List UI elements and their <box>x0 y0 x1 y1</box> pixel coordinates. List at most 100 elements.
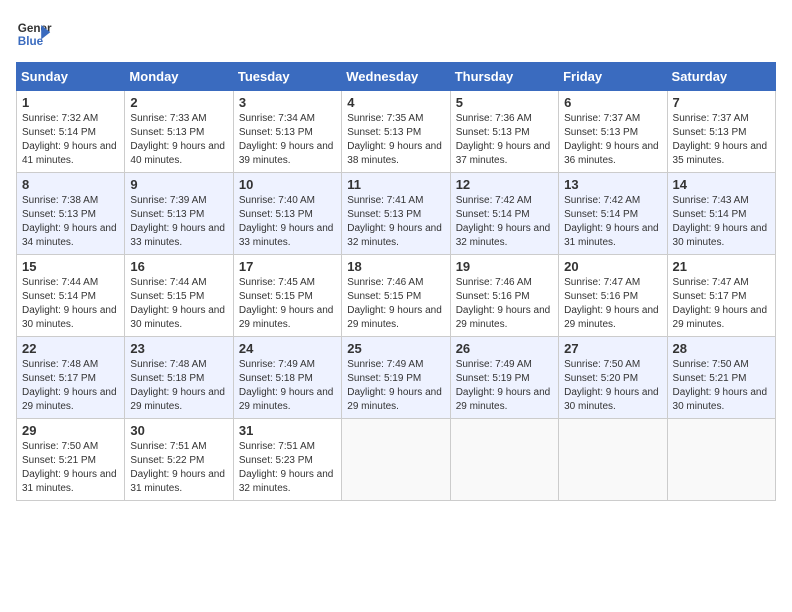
day-info: Sunrise: 7:34 AMSunset: 5:13 PMDaylight:… <box>239 112 336 168</box>
day-number: 7 <box>673 95 770 110</box>
day-number: 30 <box>130 423 227 438</box>
day-info: Sunrise: 7:48 AMSunset: 5:18 PMDaylight:… <box>130 358 227 414</box>
day-number: 8 <box>22 177 119 192</box>
day-info: Sunrise: 7:49 AMSunset: 5:18 PMDaylight:… <box>239 358 336 414</box>
day-number: 15 <box>22 259 119 274</box>
calendar-table: SundayMondayTuesdayWednesdayThursdayFrid… <box>16 62 776 501</box>
day-number: 22 <box>22 341 119 356</box>
day-number: 3 <box>239 95 336 110</box>
calendar-week-row: 29 Sunrise: 7:50 AMSunset: 5:21 PMDayligh… <box>17 419 776 501</box>
day-info: Sunrise: 7:42 AMSunset: 5:14 PMDaylight:… <box>456 194 553 250</box>
day-number: 5 <box>456 95 553 110</box>
day-info: Sunrise: 7:44 AMSunset: 5:14 PMDaylight:… <box>22 276 119 332</box>
col-header-monday: Monday <box>125 63 233 91</box>
calendar-cell: 14 Sunrise: 7:43 AMSunset: 5:14 PMDayligh… <box>667 173 775 255</box>
calendar-cell: 1 Sunrise: 7:32 AMSunset: 5:14 PMDaylight… <box>17 91 125 173</box>
calendar-cell: 28 Sunrise: 7:50 AMSunset: 5:21 PMDayligh… <box>667 337 775 419</box>
day-number: 2 <box>130 95 227 110</box>
col-header-friday: Friday <box>559 63 667 91</box>
calendar-header-row: SundayMondayTuesdayWednesdayThursdayFrid… <box>17 63 776 91</box>
calendar-cell: 4 Sunrise: 7:35 AMSunset: 5:13 PMDaylight… <box>342 91 450 173</box>
calendar-cell: 3 Sunrise: 7:34 AMSunset: 5:13 PMDaylight… <box>233 91 341 173</box>
calendar-cell: 7Sunrise: 7:37 AMSunset: 5:13 PMDaylight… <box>667 91 775 173</box>
day-number: 23 <box>130 341 227 356</box>
col-header-saturday: Saturday <box>667 63 775 91</box>
calendar-cell: 15 Sunrise: 7:44 AMSunset: 5:14 PMDayligh… <box>17 255 125 337</box>
day-number: 31 <box>239 423 336 438</box>
day-number: 14 <box>673 177 770 192</box>
day-info: Sunrise: 7:46 AMSunset: 5:15 PMDaylight:… <box>347 276 444 332</box>
day-info: Sunrise: 7:47 AMSunset: 5:17 PMDaylight:… <box>673 276 770 332</box>
calendar-cell: 5 Sunrise: 7:36 AMSunset: 5:13 PMDaylight… <box>450 91 558 173</box>
day-number: 13 <box>564 177 661 192</box>
day-number: 10 <box>239 177 336 192</box>
day-info: Sunrise: 7:48 AMSunset: 5:17 PMDaylight:… <box>22 358 119 414</box>
day-number: 6 <box>564 95 661 110</box>
day-info: Sunrise: 7:47 AMSunset: 5:16 PMDaylight:… <box>564 276 661 332</box>
day-number: 28 <box>673 341 770 356</box>
calendar-cell: 26 Sunrise: 7:49 AMSunset: 5:19 PMDayligh… <box>450 337 558 419</box>
day-info: Sunrise: 7:49 AMSunset: 5:19 PMDaylight:… <box>456 358 553 414</box>
calendar-cell: 13 Sunrise: 7:42 AMSunset: 5:14 PMDayligh… <box>559 173 667 255</box>
col-header-thursday: Thursday <box>450 63 558 91</box>
day-info: Sunrise: 7:50 AMSunset: 5:21 PMDaylight:… <box>22 440 119 496</box>
day-number: 25 <box>347 341 444 356</box>
calendar-cell <box>342 419 450 501</box>
day-info: Sunrise: 7:51 AMSunset: 5:22 PMDaylight:… <box>130 440 227 496</box>
day-number: 27 <box>564 341 661 356</box>
day-info: Sunrise: 7:44 AMSunset: 5:15 PMDaylight:… <box>130 276 227 332</box>
day-number: 1 <box>22 95 119 110</box>
day-info: Sunrise: 7:51 AMSunset: 5:23 PMDaylight:… <box>239 440 336 496</box>
calendar-week-row: 22 Sunrise: 7:48 AMSunset: 5:17 PMDayligh… <box>17 337 776 419</box>
calendar-cell: 19 Sunrise: 7:46 AMSunset: 5:16 PMDayligh… <box>450 255 558 337</box>
day-number: 4 <box>347 95 444 110</box>
day-number: 29 <box>22 423 119 438</box>
day-info: Sunrise: 7:36 AMSunset: 5:13 PMDaylight:… <box>456 112 553 168</box>
calendar-cell: 8 Sunrise: 7:38 AMSunset: 5:13 PMDaylight… <box>17 173 125 255</box>
day-number: 12 <box>456 177 553 192</box>
day-number: 11 <box>347 177 444 192</box>
day-info: Sunrise: 7:35 AMSunset: 5:13 PMDaylight:… <box>347 112 444 168</box>
day-info: Sunrise: 7:49 AMSunset: 5:19 PMDaylight:… <box>347 358 444 414</box>
calendar-cell: 11 Sunrise: 7:41 AMSunset: 5:13 PMDayligh… <box>342 173 450 255</box>
logo: General Blue <box>16 16 52 52</box>
day-info: Sunrise: 7:50 AMSunset: 5:21 PMDaylight:… <box>673 358 770 414</box>
day-number: 18 <box>347 259 444 274</box>
day-info: Sunrise: 7:33 AMSunset: 5:13 PMDaylight:… <box>130 112 227 168</box>
calendar-cell: 29 Sunrise: 7:50 AMSunset: 5:21 PMDayligh… <box>17 419 125 501</box>
calendar-cell: 9 Sunrise: 7:39 AMSunset: 5:13 PMDaylight… <box>125 173 233 255</box>
calendar-cell: 12 Sunrise: 7:42 AMSunset: 5:14 PMDayligh… <box>450 173 558 255</box>
day-number: 9 <box>130 177 227 192</box>
calendar-cell: 21Sunrise: 7:47 AMSunset: 5:17 PMDayligh… <box>667 255 775 337</box>
calendar-cell: 25 Sunrise: 7:49 AMSunset: 5:19 PMDayligh… <box>342 337 450 419</box>
day-info: Sunrise: 7:45 AMSunset: 5:15 PMDaylight:… <box>239 276 336 332</box>
day-info: Sunrise: 7:50 AMSunset: 5:20 PMDaylight:… <box>564 358 661 414</box>
calendar-cell: 27 Sunrise: 7:50 AMSunset: 5:20 PMDayligh… <box>559 337 667 419</box>
day-info: Sunrise: 7:46 AMSunset: 5:16 PMDaylight:… <box>456 276 553 332</box>
day-number: 26 <box>456 341 553 356</box>
calendar-cell <box>450 419 558 501</box>
day-info: Sunrise: 7:42 AMSunset: 5:14 PMDaylight:… <box>564 194 661 250</box>
calendar-cell: 23 Sunrise: 7:48 AMSunset: 5:18 PMDayligh… <box>125 337 233 419</box>
day-info: Sunrise: 7:32 AMSunset: 5:14 PMDaylight:… <box>22 112 119 168</box>
calendar-cell: 6Sunrise: 7:37 AMSunset: 5:13 PMDaylight… <box>559 91 667 173</box>
col-header-sunday: Sunday <box>17 63 125 91</box>
calendar-cell: 18 Sunrise: 7:46 AMSunset: 5:15 PMDayligh… <box>342 255 450 337</box>
col-header-wednesday: Wednesday <box>342 63 450 91</box>
day-info: Sunrise: 7:41 AMSunset: 5:13 PMDaylight:… <box>347 194 444 250</box>
day-info: Sunrise: 7:43 AMSunset: 5:14 PMDaylight:… <box>673 194 770 250</box>
calendar-cell <box>559 419 667 501</box>
day-number: 19 <box>456 259 553 274</box>
calendar-cell: 30 Sunrise: 7:51 AMSunset: 5:22 PMDayligh… <box>125 419 233 501</box>
calendar-cell: 31 Sunrise: 7:51 AMSunset: 5:23 PMDayligh… <box>233 419 341 501</box>
day-number: 20 <box>564 259 661 274</box>
day-info: Sunrise: 7:38 AMSunset: 5:13 PMDaylight:… <box>22 194 119 250</box>
calendar-cell <box>667 419 775 501</box>
calendar-cell: 22 Sunrise: 7:48 AMSunset: 5:17 PMDayligh… <box>17 337 125 419</box>
calendar-week-row: 15 Sunrise: 7:44 AMSunset: 5:14 PMDayligh… <box>17 255 776 337</box>
calendar-cell: 17Sunrise: 7:45 AMSunset: 5:15 PMDayligh… <box>233 255 341 337</box>
calendar-cell: 2 Sunrise: 7:33 AMSunset: 5:13 PMDaylight… <box>125 91 233 173</box>
svg-text:Blue: Blue <box>18 35 44 48</box>
day-info: Sunrise: 7:39 AMSunset: 5:13 PMDaylight:… <box>130 194 227 250</box>
calendar-week-row: 1 Sunrise: 7:32 AMSunset: 5:14 PMDaylight… <box>17 91 776 173</box>
